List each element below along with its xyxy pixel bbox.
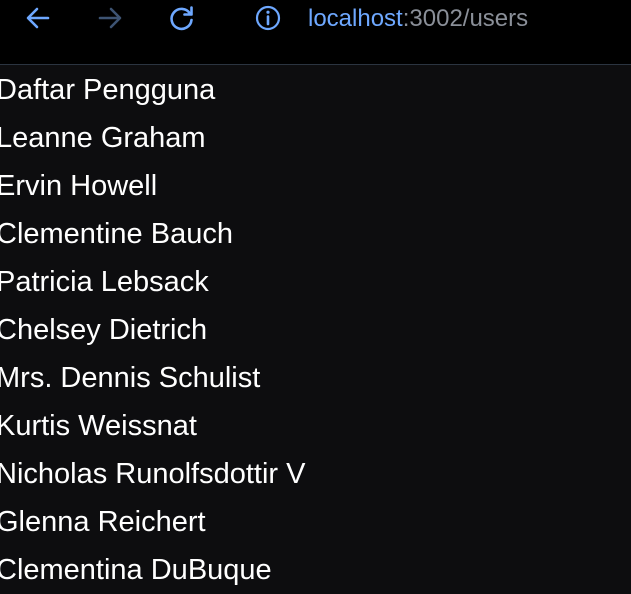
page-content: Daftar Pengguna Leanne Graham Ervin Howe… — [0, 66, 631, 594]
page-title: Daftar Pengguna — [0, 74, 216, 106]
user-list-item: Nicholas Runolfsdottir V — [0, 458, 306, 490]
user-list-item: Ervin Howell — [0, 170, 158, 202]
forward-button[interactable] — [95, 3, 125, 33]
back-button[interactable] — [23, 3, 53, 33]
user-list-item: Patricia Lebsack — [0, 266, 209, 298]
user-list: Leanne Graham Ervin Howell Clementine Ba… — [0, 114, 631, 594]
arrow-right-icon — [98, 7, 122, 29]
user-list-item: Glenna Reichert — [0, 506, 206, 538]
arrow-left-icon — [26, 7, 50, 29]
address-bar[interactable]: localhost:3002/users — [308, 4, 528, 34]
info-icon — [255, 5, 281, 31]
user-list-item: Kurtis Weissnat — [0, 410, 197, 442]
user-list-item: Mrs. Dennis Schulist — [0, 362, 261, 394]
reload-button[interactable] — [167, 3, 197, 33]
user-list-item: Clementine Bauch — [0, 218, 233, 250]
user-list-item: Clementina DuBuque — [0, 554, 272, 586]
user-list-item: Leanne Graham — [0, 122, 206, 154]
reload-icon — [170, 6, 193, 31]
address-host: localhost — [308, 5, 403, 32]
browser-toolbar: localhost:3002/users — [0, 0, 631, 65]
user-list-item: Chelsey Dietrich — [0, 314, 208, 346]
site-info-button[interactable] — [253, 3, 283, 33]
address-path: :3002/users — [402, 5, 529, 32]
